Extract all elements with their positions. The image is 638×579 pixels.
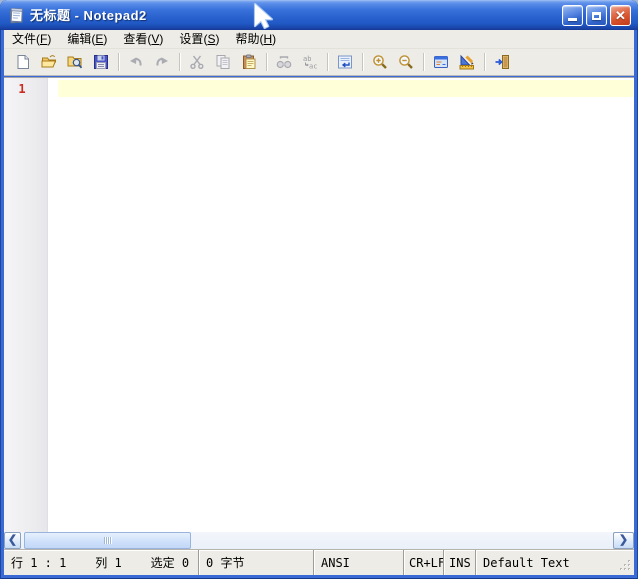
resize-grip[interactable]	[619, 559, 632, 572]
find-button[interactable]	[271, 50, 297, 74]
zoom-out-icon	[398, 54, 414, 70]
undo-icon	[128, 54, 144, 70]
customize-schemes-button[interactable]	[454, 50, 480, 74]
status-line-ending[interactable]: CR+LF	[403, 550, 443, 575]
copy-button[interactable]	[210, 50, 236, 74]
toolbar-separator	[423, 53, 424, 71]
select-scheme-button[interactable]	[428, 50, 454, 74]
status-encoding[interactable]: ANSI	[313, 550, 403, 575]
maximize-icon	[592, 12, 601, 20]
cut-button[interactable]	[184, 50, 210, 74]
chevron-left-icon: ❮	[8, 535, 17, 546]
toolbar-separator	[484, 53, 485, 71]
toolbar-separator	[179, 53, 180, 71]
zoom-out-button[interactable]	[393, 50, 419, 74]
new-file-button[interactable]	[10, 50, 36, 74]
scroll-left-button[interactable]: ❮	[4, 532, 21, 549]
status-scheme[interactable]: Default Text	[475, 550, 634, 575]
menu-edit[interactable]: 编辑(E)	[59, 30, 115, 48]
horizontal-scrollbar[interactable]: ❮ ❯	[4, 532, 634, 549]
exit-button[interactable]	[489, 50, 515, 74]
window-title: 无标题 - Notepad2	[30, 0, 147, 30]
menu-view[interactable]: 查看(V)	[115, 30, 171, 48]
open-folder-icon	[41, 54, 57, 70]
notepad2-app-icon[interactable]	[7, 6, 25, 24]
maximize-button[interactable]	[586, 5, 607, 26]
notepad2-window: 无标题 - Notepad2 ✕ 文件(F) 编辑(E) 查看(V) 设置(S)…	[0, 0, 638, 579]
toolbar-separator	[327, 53, 328, 71]
scroll-right-button[interactable]: ❯	[613, 532, 634, 549]
menu-settings[interactable]: 设置(S)	[171, 30, 227, 48]
line-number: 1	[4, 82, 40, 96]
toolbar: ab ac	[4, 49, 634, 76]
menu-file[interactable]: 文件(F)	[4, 30, 59, 48]
paste-button[interactable]	[236, 50, 262, 74]
browse-files-button[interactable]	[62, 50, 88, 74]
minimize-icon	[568, 18, 577, 21]
text-editor[interactable]	[58, 78, 634, 532]
cut-scissors-icon	[189, 54, 205, 70]
word-wrap-button[interactable]	[332, 50, 358, 74]
zoom-in-button[interactable]	[367, 50, 393, 74]
customize-ruler-pencil-icon	[459, 54, 475, 70]
toolbar-separator	[362, 53, 363, 71]
chevron-right-icon: ❯	[619, 535, 628, 546]
status-bar: 行 1 : 1 列 1 选定 0 0 字节 ANSI CR+LF INS Def…	[4, 549, 634, 575]
toolbar-separator	[118, 53, 119, 71]
minimize-button[interactable]	[562, 5, 583, 26]
redo-button[interactable]	[149, 50, 175, 74]
open-file-button[interactable]	[36, 50, 62, 74]
save-file-button[interactable]	[88, 50, 114, 74]
save-floppy-icon	[93, 54, 109, 70]
thumb-grip	[104, 537, 105, 544]
menu-bar: 文件(F) 编辑(E) 查看(V) 设置(S) 帮助(H)	[4, 30, 634, 49]
redo-icon	[154, 54, 170, 70]
status-insert-mode[interactable]: INS	[443, 550, 475, 575]
replace-icon: ab ac	[302, 54, 318, 70]
status-byte-count: 0 字节	[198, 550, 313, 575]
current-line-highlight	[58, 80, 634, 97]
window-controls: ✕	[562, 5, 631, 26]
close-icon: ✕	[615, 9, 626, 22]
browse-folder-icon	[67, 54, 83, 70]
menu-help[interactable]: 帮助(H)	[227, 30, 284, 48]
toolbar-separator	[266, 53, 267, 71]
find-binoculars-icon	[276, 54, 292, 70]
new-file-icon	[15, 54, 31, 70]
paste-clipboard-icon	[241, 54, 257, 70]
zoom-in-icon	[372, 54, 388, 70]
exit-door-icon	[494, 54, 510, 70]
title-bar[interactable]: 无标题 - Notepad2 ✕	[0, 0, 638, 30]
copy-icon	[215, 54, 231, 70]
scrollbar-thumb[interactable]	[24, 532, 191, 549]
word-wrap-icon	[337, 54, 353, 70]
replace-button[interactable]: ab ac	[297, 50, 323, 74]
svg-text:ac: ac	[309, 63, 317, 71]
editor-area: 1	[4, 77, 634, 532]
close-button[interactable]: ✕	[610, 5, 631, 26]
status-caret-position[interactable]: 行 1 : 1 列 1 选定 0	[4, 550, 198, 575]
selection-margin[interactable]	[48, 78, 58, 532]
scheme-panel-icon	[433, 54, 449, 70]
undo-button[interactable]	[123, 50, 149, 74]
line-number-margin[interactable]: 1	[4, 78, 48, 532]
